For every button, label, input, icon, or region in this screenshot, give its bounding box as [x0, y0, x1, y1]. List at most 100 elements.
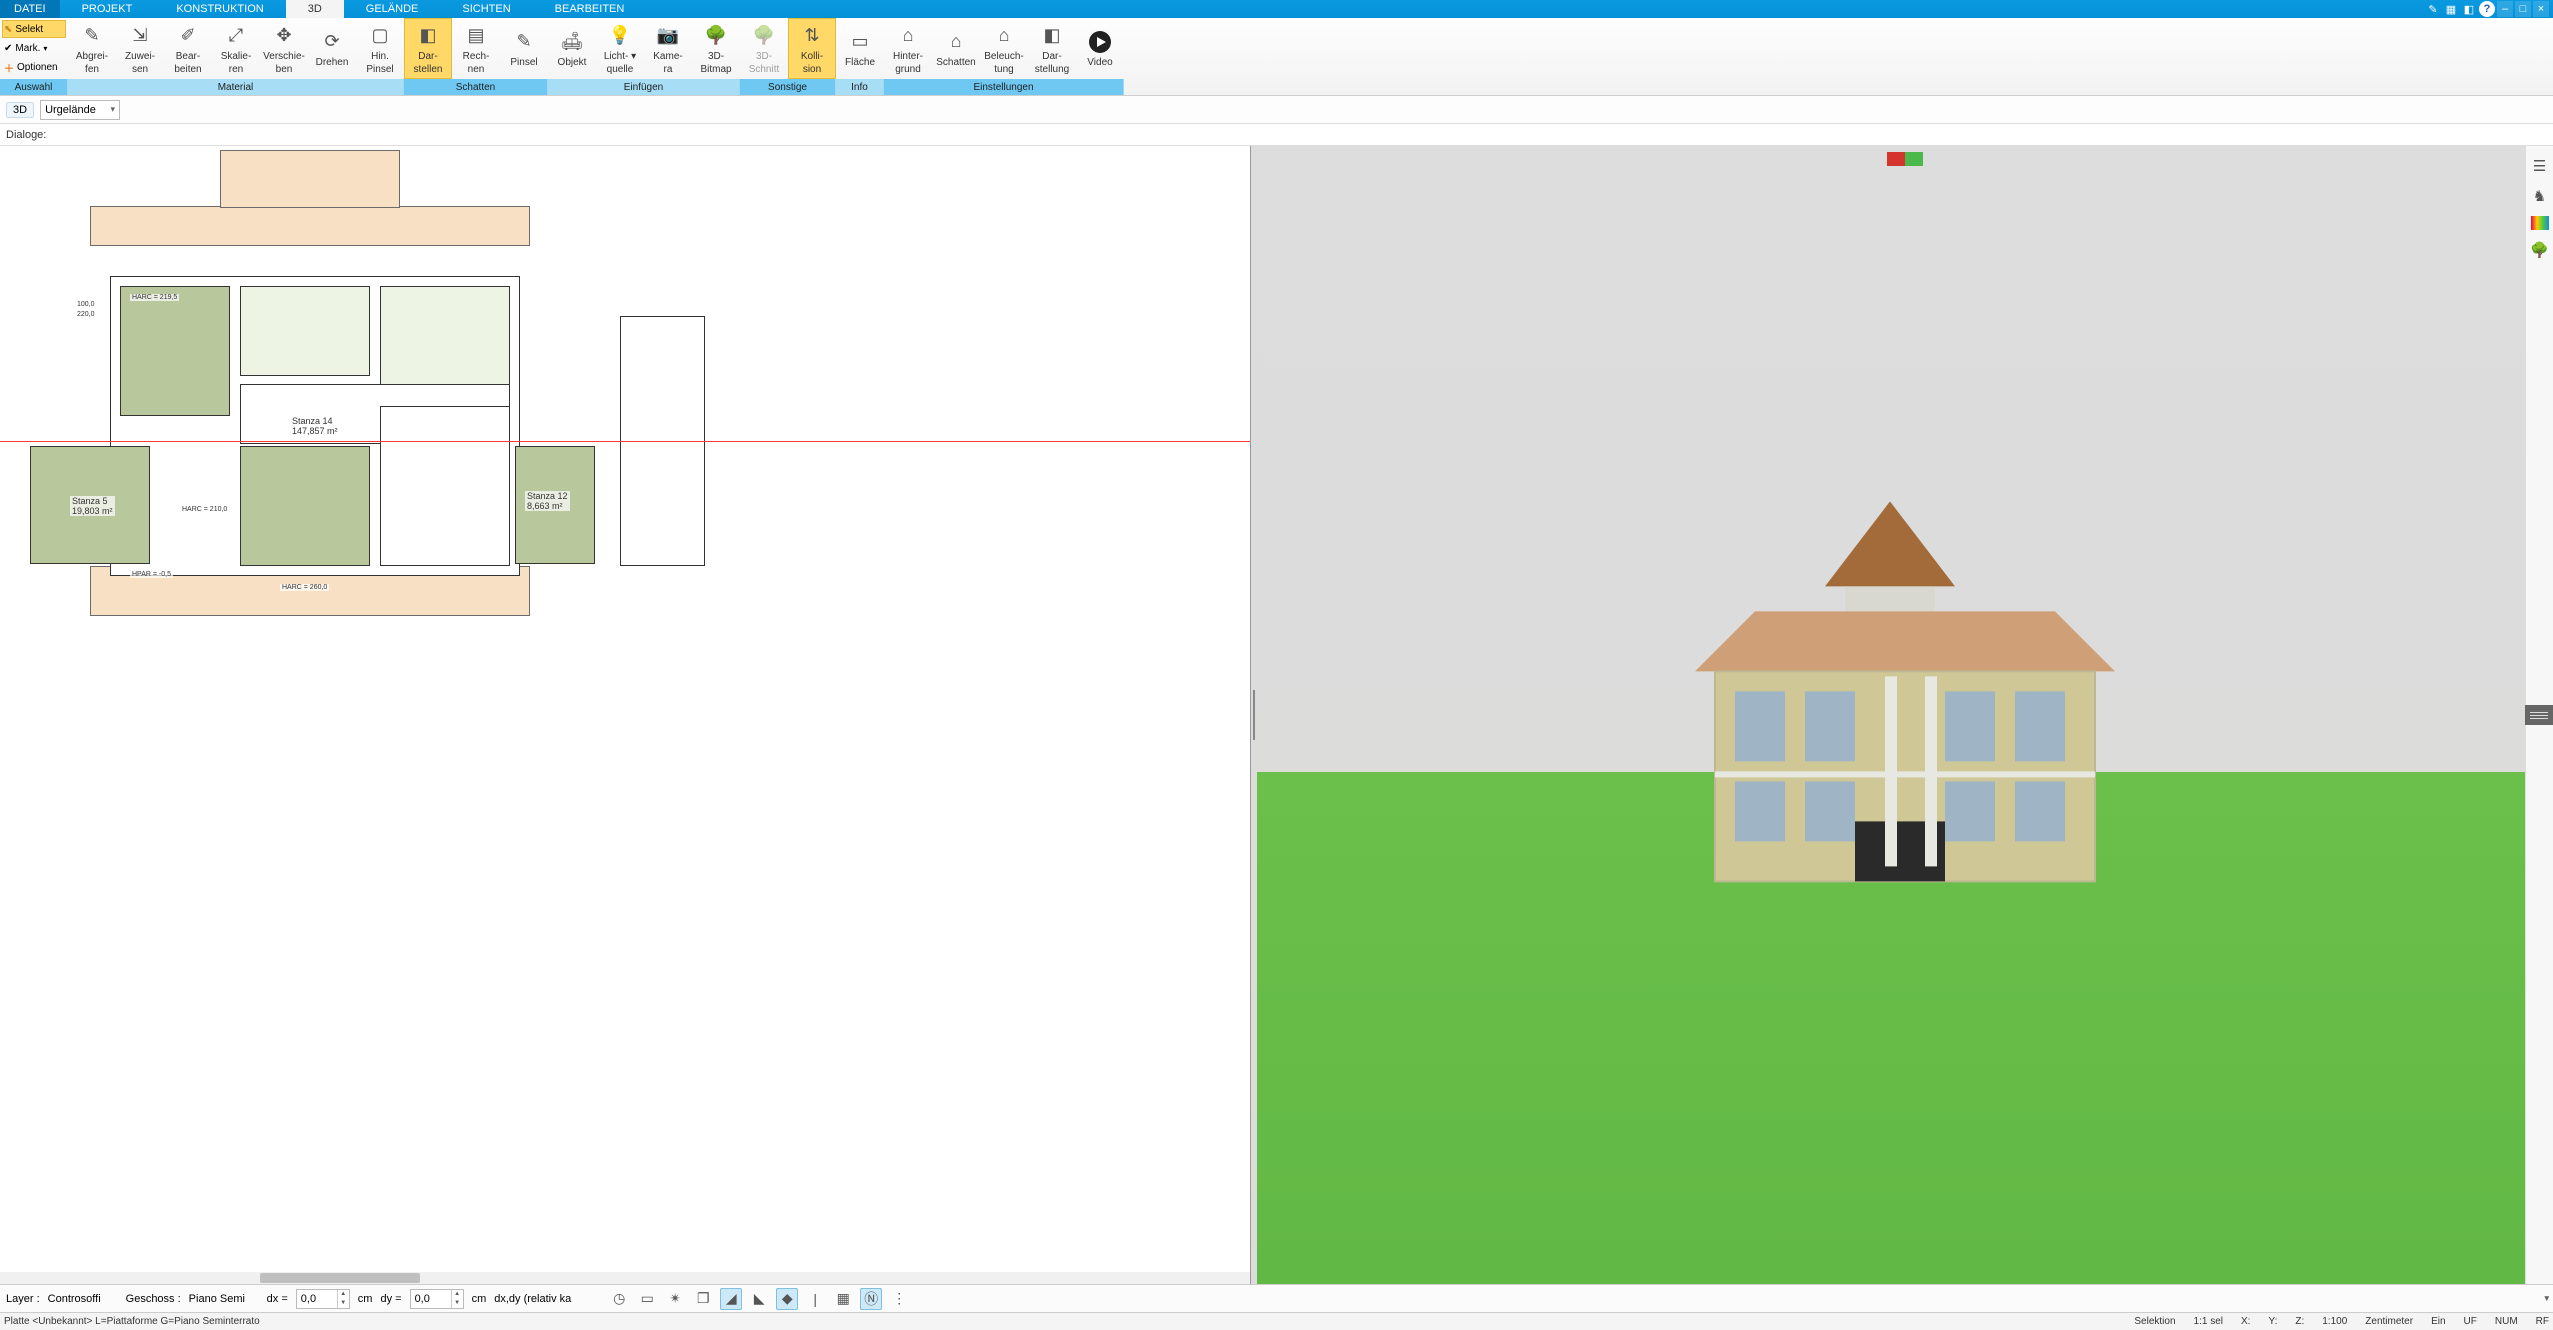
- context-toolbar: 3D Urgelände: [0, 96, 2553, 124]
- button-label: Bitmap: [700, 64, 731, 75]
- material-button-4[interactable]: ✥Verschie-ben: [260, 18, 308, 79]
- button-label: Beleuch-: [984, 51, 1023, 62]
- flag-icon: [1887, 152, 1923, 166]
- terrain-select[interactable]: Urgelände: [40, 100, 120, 120]
- maximize-icon[interactable]: □: [2515, 1, 2531, 17]
- menu-konstruktion[interactable]: KONSTRUKTION: [154, 0, 285, 18]
- status-x: X:: [2241, 1316, 2250, 1327]
- view-mode-3d[interactable]: 3D: [6, 102, 34, 118]
- colors-icon[interactable]: [2531, 216, 2549, 230]
- group-material: Material: [68, 79, 404, 95]
- divider: |: [804, 1288, 826, 1310]
- button-label: Schnitt: [749, 64, 780, 75]
- info-button-0[interactable]: ▭Fläche: [836, 18, 884, 79]
- button-label: Dar-: [418, 51, 437, 62]
- furniture-icon[interactable]: ♞: [2530, 186, 2550, 206]
- material-button-5[interactable]: ⟳Drehen: [308, 18, 356, 79]
- scrollbar-horizontal[interactable]: [0, 1272, 1250, 1284]
- north-icon[interactable]: Ⓝ: [860, 1288, 882, 1310]
- button-label: quelle: [607, 64, 634, 75]
- group-einstellungen: Einstellungen: [884, 79, 1124, 95]
- shade2-icon[interactable]: ◣: [748, 1288, 770, 1310]
- schatten-icon: ⌂: [943, 29, 969, 55]
- menu-3d[interactable]: 3D: [286, 0, 344, 18]
- mark-button[interactable]: ✔Mark.▾: [2, 39, 66, 57]
- layers-icon[interactable]: ☰: [2530, 156, 2550, 176]
- einstellungen-button-0[interactable]: ⌂Hinter-grund: [884, 18, 932, 79]
- close-icon[interactable]: ×: [2533, 1, 2549, 17]
- einstellungen-button-4[interactable]: Video: [1076, 18, 1124, 79]
- floorplan-canvas[interactable]: Stanza 14147,857 m² Stanza 519,803 m² St…: [0, 146, 1250, 1272]
- options-button[interactable]: ＋Optionen: [2, 58, 66, 76]
- palette-handle[interactable]: [2525, 705, 2553, 725]
- tool-icon[interactable]: ▦: [2443, 1, 2459, 17]
- help-icon[interactable]: ?: [2479, 1, 2495, 17]
- menu-bar: DATEI PROJEKT KONSTRUKTION 3D GELÄNDE SI…: [0, 0, 2553, 18]
- material-button-3[interactable]: ⤢Skalie-ren: [212, 18, 260, 79]
- rech-icon: ▤: [463, 23, 489, 49]
- minimize-icon[interactable]: –: [2497, 1, 2513, 17]
- skalie-icon: ⤢: [223, 23, 249, 49]
- einstellungen-button-3[interactable]: ◧Dar-stellung: [1028, 18, 1076, 79]
- einstellungen-button-1[interactable]: ⌂Schatten: [932, 18, 980, 79]
- material-button-6[interactable]: ▢Hin.Pinsel: [356, 18, 404, 79]
- geschoss-select[interactable]: Piano Semi: [189, 1293, 259, 1305]
- ribbon: ⬉Selekt ✔Mark.▾ ＋Optionen Auswahl ✎Abgre…: [0, 18, 2553, 96]
- status-bar: Platte <Unbekannt> L=Piattaforme G=Piano…: [0, 1312, 2553, 1330]
- stack-icon[interactable]: ❐: [692, 1288, 714, 1310]
- layer-select[interactable]: Controsoffi: [48, 1293, 118, 1305]
- screen-icon[interactable]: ▭: [636, 1288, 658, 1310]
- shade1-icon[interactable]: ◢: [720, 1288, 742, 1310]
- floorplan-pane[interactable]: Stanza 14147,857 m² Stanza 519,803 m² St…: [0, 146, 1251, 1284]
- einfuegen-button-3[interactable]: 🌳3D-Bitmap: [692, 18, 740, 79]
- dim-label: 100,0: [75, 301, 97, 308]
- status-uf: UF: [2464, 1316, 2477, 1327]
- tool-icon[interactable]: ✎: [2425, 1, 2441, 17]
- schatten-button-1[interactable]: ▤Rech-nen: [452, 18, 500, 79]
- button-label: Licht- ▾: [604, 51, 636, 62]
- sonstige-button-1[interactable]: ⇅Kolli-sion: [788, 18, 836, 79]
- button-label: stellung: [1035, 64, 1069, 75]
- material-button-1[interactable]: ⇲Zuwei-sen: [116, 18, 164, 79]
- side-palette: ☰ ♞ 🌳: [2525, 146, 2553, 1284]
- einstellungen-button-2[interactable]: ⌂Beleuch-tung: [980, 18, 1028, 79]
- einfuegen-button-2[interactable]: 📷Kame-ra: [644, 18, 692, 79]
- schatten-button-0[interactable]: ◧Dar-stellen: [404, 18, 452, 79]
- material-button-0[interactable]: ✎Abgrei-fen: [68, 18, 116, 79]
- select-button[interactable]: ⬉Selekt: [2, 20, 66, 38]
- tree-icon[interactable]: 🌳: [2530, 240, 2550, 260]
- einfuegen-button-0[interactable]: 🛋Objekt: [548, 18, 596, 79]
- room-label: Stanza 519,803 m²: [70, 496, 115, 516]
- tool-icon[interactable]: ◧: [2461, 1, 2477, 17]
- dx-input[interactable]: 0,0▲▼: [296, 1289, 350, 1309]
- status-left: Platte <Unbekannt> L=Piattaforme G=Piano…: [4, 1316, 260, 1327]
- layer-label: Layer :: [6, 1293, 40, 1305]
- relative-select[interactable]: dx,dy (relativ ka: [494, 1293, 594, 1305]
- room-label: Stanza 14147,857 m²: [290, 416, 340, 436]
- sonstige-button-0[interactable]: 🌳3D-Schnitt: [740, 18, 788, 79]
- button-label: ben: [276, 64, 293, 75]
- dar-icon: ◧: [415, 23, 441, 49]
- menu-projekt[interactable]: PROJEKT: [60, 0, 155, 18]
- status-selcount: 1:1 sel: [2194, 1316, 2223, 1327]
- menu-datei[interactable]: DATEI: [0, 0, 60, 18]
- menu-bearbeiten[interactable]: BEARBEITEN: [533, 0, 647, 18]
- button-label: Hin.: [371, 51, 389, 62]
- material-button-2[interactable]: ✐Bear-beiten: [164, 18, 212, 79]
- 3d-view-pane[interactable]: [1257, 146, 2553, 1284]
- clock-icon[interactable]: ◷: [608, 1288, 630, 1310]
- grid-icon[interactable]: ▦: [832, 1288, 854, 1310]
- menu-sichten[interactable]: SICHTEN: [440, 0, 532, 18]
- group-einfuegen: Einfügen: [548, 79, 740, 95]
- d-icon: 🌳: [703, 23, 729, 49]
- menu-gelaende[interactable]: GELÄNDE: [344, 0, 441, 18]
- abgrei-icon: ✎: [79, 23, 105, 49]
- more-icon[interactable]: ⋮: [888, 1288, 910, 1310]
- camera-icon[interactable]: ✴: [664, 1288, 686, 1310]
- 3d-viewport[interactable]: [1257, 146, 2553, 1284]
- einfuegen-button-1[interactable]: 💡Licht- ▾quelle: [596, 18, 644, 79]
- dy-input[interactable]: 0,0▲▼: [410, 1289, 464, 1309]
- hinter-icon: ⌂: [895, 23, 921, 49]
- shade3-icon[interactable]: ◆: [776, 1288, 798, 1310]
- schatten-button-2[interactable]: ✎Pinsel: [500, 18, 548, 79]
